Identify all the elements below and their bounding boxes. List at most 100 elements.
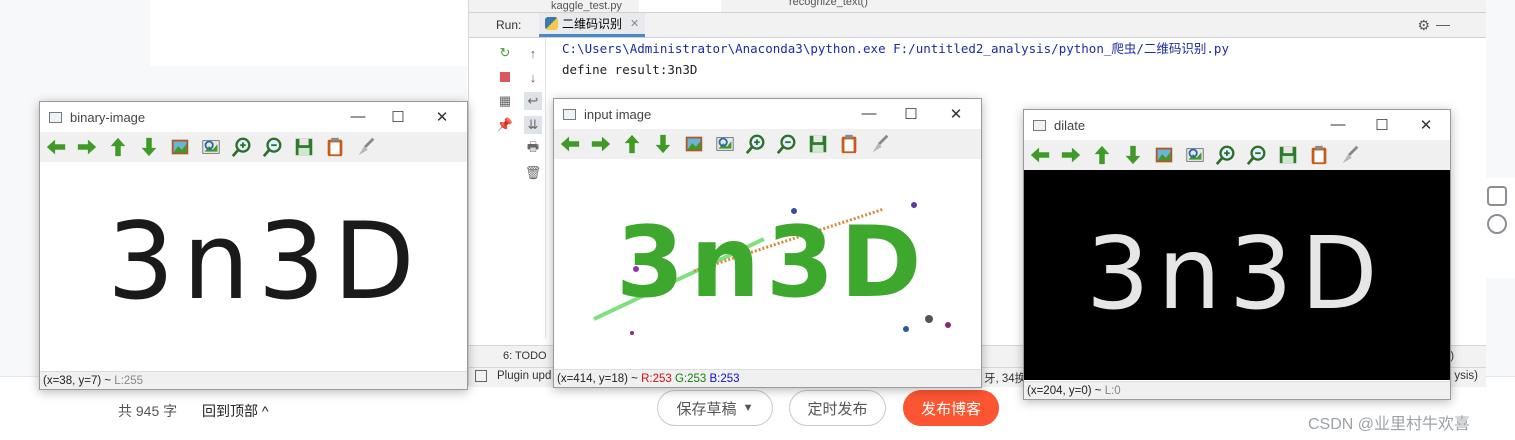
run-tab-label: 二维码识别 bbox=[562, 17, 623, 31]
save-icon[interactable] bbox=[292, 135, 316, 159]
save-icon[interactable] bbox=[1276, 143, 1300, 167]
active-editor-tab[interactable] bbox=[639, 0, 721, 12]
arrow-left-icon[interactable] bbox=[1028, 143, 1052, 167]
scroll-up-icon[interactable]: ↑ bbox=[524, 44, 542, 62]
print-icon[interactable]: 🖶 bbox=[524, 139, 542, 158]
close-icon[interactable]: ✕ bbox=[630, 17, 639, 30]
window-status-bar: (x=414, y=18) ~ R:253 G:253 B:253 bbox=[554, 369, 981, 387]
brush-icon[interactable] bbox=[354, 135, 378, 159]
zoom-out-icon[interactable] bbox=[775, 132, 799, 156]
maximize-button[interactable]: ☐ bbox=[383, 108, 413, 126]
arrow-up-icon[interactable] bbox=[106, 135, 130, 159]
app-icon bbox=[1033, 119, 1046, 131]
rerun-icon[interactable]: ↻ bbox=[496, 44, 514, 62]
window-titlebar: dilate — ☐ ✕ bbox=[1024, 110, 1450, 140]
arrow-left-icon[interactable] bbox=[44, 135, 68, 159]
run-tool-header: Run: 二维码识别 ✕ ⚙ — bbox=[469, 13, 1486, 38]
close-button[interactable]: ✕ bbox=[1411, 116, 1441, 134]
status-window-icon[interactable] bbox=[475, 370, 487, 382]
minimize-button[interactable]: — bbox=[343, 108, 373, 125]
close-button[interactable]: ✕ bbox=[941, 105, 971, 123]
breadcrumb-function: recognize_text() bbox=[789, 0, 868, 8]
save-draft-button[interactable]: 保存草稿 ▼ bbox=[657, 390, 773, 426]
brush-icon[interactable] bbox=[1338, 143, 1362, 167]
zoom-fit-icon[interactable] bbox=[1183, 143, 1207, 167]
minimize-button[interactable]: — bbox=[1323, 116, 1353, 133]
caret-down-icon: ▼ bbox=[742, 402, 754, 414]
todo-tab[interactable]: 6: TODO bbox=[503, 350, 547, 362]
maximize-button[interactable]: ☐ bbox=[1367, 116, 1397, 134]
clipboard-icon[interactable] bbox=[1307, 143, 1331, 167]
dilate-image-canvas[interactable]: 3n3D bbox=[1024, 170, 1450, 380]
arrow-left-icon[interactable] bbox=[558, 132, 582, 156]
editor-tab-file[interactable]: kaggle_test.py bbox=[551, 0, 622, 12]
arrow-down-icon[interactable] bbox=[1121, 143, 1145, 167]
window-status-bar: (x=204, y=0) ~ L:0 bbox=[1024, 381, 1450, 399]
green-value: G:253 bbox=[674, 372, 707, 385]
zoom-out-icon[interactable] bbox=[261, 135, 285, 159]
minimize-button[interactable]: — bbox=[854, 105, 884, 122]
window-titlebar: binary-image — ☐ ✕ bbox=[40, 102, 467, 132]
blue-value: B:253 bbox=[709, 372, 740, 385]
window-title: binary-image bbox=[70, 109, 146, 125]
image-toolbar bbox=[554, 129, 981, 159]
app-icon bbox=[49, 111, 62, 123]
trash-icon[interactable]: 🗑 bbox=[524, 164, 542, 182]
plugin-update-status[interactable]: Plugin upd bbox=[497, 370, 551, 382]
clipboard-icon[interactable] bbox=[837, 132, 861, 156]
zoom-fit-icon[interactable] bbox=[713, 132, 737, 156]
console-result-line: define result:3n3D bbox=[562, 62, 698, 77]
cursor-position: (x=204, y=0) ~ bbox=[1027, 384, 1102, 397]
save-icon[interactable] bbox=[806, 132, 830, 156]
dilate-window: dilate — ☐ ✕ 3n3D (x=204, y=0) ~ L:0 bbox=[1023, 109, 1451, 400]
run-label: Run: bbox=[496, 18, 522, 32]
layout-icon[interactable]: ▦ bbox=[496, 92, 514, 110]
run-toolbar-right: ↑ ↓ ↩ ⇊ 🖶 🗑 bbox=[521, 38, 546, 338]
input-image-canvas[interactable]: 3n3D bbox=[554, 161, 981, 369]
binary-image-text: 3n3D bbox=[107, 200, 423, 323]
zoom-out-icon[interactable] bbox=[1245, 143, 1269, 167]
chevron-up-icon: ^ bbox=[258, 403, 269, 419]
binary-image-window: binary-image — ☐ ✕ 3n3D (x=38, y=7) ~ L:… bbox=[39, 101, 468, 390]
publish-button[interactable]: 发布博客 bbox=[903, 390, 999, 426]
arrow-down-icon[interactable] bbox=[137, 135, 161, 159]
image-icon[interactable] bbox=[682, 132, 706, 156]
minimize-icon[interactable]: — bbox=[1436, 16, 1450, 32]
zoom-in-icon[interactable] bbox=[1214, 143, 1238, 167]
arrow-down-icon[interactable] bbox=[651, 132, 675, 156]
csdn-watermark: CSDN @业里村牛欢喜 bbox=[1308, 416, 1471, 433]
window-title: input image bbox=[584, 106, 652, 122]
dilate-image-text: 3n3D bbox=[1086, 215, 1386, 332]
stop-icon[interactable] bbox=[496, 68, 514, 86]
image-icon[interactable] bbox=[1152, 143, 1176, 167]
close-button[interactable]: ✕ bbox=[427, 108, 457, 126]
pin-icon[interactable]: 📌 bbox=[496, 116, 514, 134]
brush-icon[interactable] bbox=[868, 132, 892, 156]
qr-code-icon[interactable] bbox=[1486, 186, 1507, 206]
binary-image-canvas[interactable]: 3n3D bbox=[40, 162, 467, 371]
image-icon[interactable] bbox=[168, 135, 192, 159]
scroll-down-icon[interactable]: ↓ bbox=[524, 68, 542, 86]
back-to-top-link[interactable]: 回到顶部 ^ bbox=[202, 401, 268, 421]
arrow-right-icon[interactable] bbox=[1059, 143, 1083, 167]
gear-icon[interactable]: ⚙ bbox=[1417, 17, 1430, 34]
zoom-in-icon[interactable] bbox=[230, 135, 254, 159]
console-output: C:\Users\Administrator\Anaconda3\python.… bbox=[562, 38, 1229, 80]
schedule-publish-button[interactable]: 定时发布 bbox=[789, 390, 886, 426]
interpreter-status[interactable]: ysis) bbox=[1454, 370, 1478, 382]
help-icon[interactable] bbox=[1486, 214, 1507, 234]
arrow-right-icon[interactable] bbox=[75, 135, 99, 159]
zoom-in-icon[interactable] bbox=[744, 132, 768, 156]
arrow-up-icon[interactable] bbox=[620, 132, 644, 156]
arrow-right-icon[interactable] bbox=[589, 132, 613, 156]
clipboard-icon[interactable] bbox=[323, 135, 347, 159]
window-titlebar: input image — ☐ ✕ bbox=[554, 99, 981, 129]
run-tab[interactable]: 二维码识别 ✕ bbox=[539, 13, 646, 37]
soft-wrap-icon[interactable]: ↩ bbox=[524, 92, 542, 110]
scroll-to-end-icon[interactable]: ⇊ bbox=[524, 116, 542, 134]
console-command-line: C:\Users\Administrator\Anaconda3\python.… bbox=[562, 41, 1229, 56]
zoom-fit-icon[interactable] bbox=[199, 135, 223, 159]
word-count: 共 945 字 bbox=[118, 403, 178, 419]
maximize-button[interactable]: ☐ bbox=[896, 105, 926, 123]
arrow-up-icon[interactable] bbox=[1090, 143, 1114, 167]
